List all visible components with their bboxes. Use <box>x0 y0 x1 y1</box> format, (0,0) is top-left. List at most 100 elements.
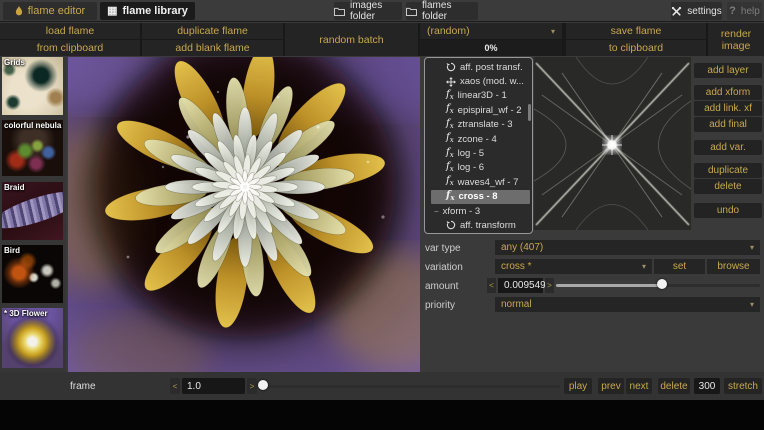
slider-thumb[interactable] <box>657 279 667 289</box>
transform-item-xform3[interactable]: − xform - 3 <box>425 204 532 218</box>
folder-icon <box>334 7 345 16</box>
flame-library-sidebar: Grids colorful nebula Braid Bird * 3D Fl… <box>0 57 66 396</box>
browse-button[interactable]: browse <box>707 259 760 274</box>
play-button[interactable]: play <box>564 378 592 394</box>
question-icon: ? <box>729 5 736 17</box>
transform-item-waves4[interactable]: fx waves4_wf - 7 <box>425 175 532 189</box>
slider-fill <box>556 284 662 287</box>
load-flame-button[interactable]: load flame <box>0 23 140 39</box>
transform-item-log5[interactable]: fx log - 5 <box>425 146 532 160</box>
cross-fractal-image <box>534 57 691 230</box>
transform-item-aff-post[interactable]: aff. post transf. <box>425 60 532 74</box>
tree-collapse-icon[interactable]: − <box>434 207 439 216</box>
random-generator-select[interactable]: (random) ▾ <box>420 23 562 39</box>
amount-increment-button[interactable]: > <box>545 278 554 293</box>
amount-slider[interactable] <box>556 278 760 293</box>
frame-increment-button[interactable]: > <box>247 378 257 394</box>
add-layer-button[interactable]: add layer <box>694 63 762 78</box>
library-item-label: Braid <box>4 183 62 193</box>
frame-field[interactable]: 1.0 <box>182 378 245 394</box>
frame-count-field[interactable]: 300 <box>694 378 720 394</box>
transform-tree-list[interactable]: aff. post transf. xaos (mod. w... fx lin… <box>424 57 533 234</box>
flame-render-view[interactable] <box>68 57 420 372</box>
flames-folder-button[interactable]: flames folder <box>406 2 478 20</box>
amount-decrement-button[interactable]: < <box>487 278 496 293</box>
library-item-label: Bird <box>4 246 62 256</box>
add-blank-flame-button[interactable]: add blank flame <box>142 40 283 56</box>
amount-field[interactable]: 0.0095497 <box>498 278 543 293</box>
var-type-value: any (407) <box>501 242 543 253</box>
stretch-button[interactable]: stretch <box>724 378 762 394</box>
save-flame-button[interactable]: save flame <box>566 23 706 39</box>
slider-thumb[interactable] <box>258 380 268 390</box>
next-button[interactable]: next <box>626 378 652 394</box>
images-folder-button[interactable]: images folder <box>334 2 402 20</box>
slider-track[interactable] <box>258 385 560 388</box>
library-item-braid[interactable]: Braid <box>2 182 63 240</box>
settings-button[interactable]: settings <box>671 2 722 20</box>
transform-label: log - 6 <box>458 162 484 173</box>
fx-icon: fx <box>446 148 454 160</box>
list-scrollbar-thumb[interactable] <box>528 104 531 121</box>
library-item-colorful-nebula[interactable]: colorful nebula <box>2 120 63 176</box>
transform-item-epispiral[interactable]: fx epispiral_wf - 2 <box>425 103 532 117</box>
random-batch-button[interactable]: random batch <box>285 23 418 56</box>
fx-icon: fx <box>446 162 454 174</box>
transform-label: log - 5 <box>458 148 484 159</box>
library-item-label: * 3D Flower <box>4 309 62 319</box>
tab-flame-editor[interactable]: flame editor <box>3 2 97 20</box>
rotate-icon <box>446 220 456 230</box>
tab-flame-editor-label: flame editor <box>28 5 85 17</box>
render-image-button[interactable]: render image <box>708 23 764 56</box>
duplicate-button[interactable]: duplicate <box>694 163 762 178</box>
fx-icon: fx <box>446 119 454 131</box>
frame-slider[interactable] <box>258 379 560 394</box>
duplicate-flame-button[interactable]: duplicate flame <box>142 23 283 39</box>
undo-button[interactable]: undo <box>694 203 762 218</box>
flame-icon <box>15 6 23 17</box>
rotate-icon <box>446 62 456 72</box>
tab-flame-library[interactable]: ▦ flame library <box>100 2 195 20</box>
chevron-down-icon: ▾ <box>750 243 754 252</box>
transform-item-ztranslate[interactable]: fx ztranslate - 3 <box>425 118 532 132</box>
variation-select[interactable]: cross * ▾ <box>495 259 652 274</box>
set-button[interactable]: set <box>654 259 705 274</box>
transform-item-cross-selected[interactable]: fx cross - 8 <box>431 190 530 204</box>
transform-item-aff-transform[interactable]: aff. transform <box>425 218 532 232</box>
transform-item-linear3d[interactable]: fx linear3D - 1 <box>425 89 532 103</box>
images-folder-label: images folder <box>350 0 402 22</box>
prev-button[interactable]: prev <box>598 378 624 394</box>
settings-label: settings <box>687 6 721 17</box>
help-button[interactable]: ? help <box>727 2 762 20</box>
frame-decrement-button[interactable]: < <box>170 378 180 394</box>
add-var-button[interactable]: add var. <box>694 140 762 155</box>
priority-select[interactable]: normal ▾ <box>495 297 760 312</box>
transform-label: xform - 3 <box>443 206 480 217</box>
library-item-bird[interactable]: Bird <box>2 245 63 303</box>
delete-frames-button[interactable]: delete <box>658 378 690 394</box>
add-final-button[interactable]: add final <box>694 117 762 132</box>
app-window: flame editor ▦ flame library images fold… <box>0 0 764 400</box>
transform-item-log6[interactable]: fx log - 6 <box>425 161 532 175</box>
priority-value: normal <box>501 299 532 310</box>
add-link-xf-button[interactable]: add link. xf <box>694 101 762 116</box>
library-item-label: Grids <box>4 58 62 68</box>
var-type-select[interactable]: any (407) ▾ <box>495 240 760 255</box>
to-clipboard-button[interactable]: to clipboard <box>566 40 706 56</box>
transform-item-zcone[interactable]: fx zcone - 4 <box>425 132 532 146</box>
fx-icon: fx <box>446 90 454 102</box>
priority-label: priority <box>425 300 455 311</box>
tools-icon <box>671 6 682 17</box>
progress-bar: 0% <box>420 40 562 56</box>
chevron-down-icon: ▾ <box>551 27 555 36</box>
add-xform-button[interactable]: add xform <box>694 85 762 100</box>
from-clipboard-button[interactable]: from clipboard <box>0 40 140 56</box>
random-generator-value: (random) <box>427 25 470 37</box>
library-item-grids[interactable]: Grids <box>2 57 63 115</box>
transform-label: xaos (mod. w... <box>460 76 524 87</box>
chevron-down-icon: ▾ <box>750 300 754 309</box>
library-item-3d-flower[interactable]: * 3D Flower <box>2 308 63 368</box>
transform-label: aff. post transf. <box>460 62 523 73</box>
transform-item-xaos[interactable]: xaos (mod. w... <box>425 74 532 88</box>
delete-button[interactable]: delete <box>694 179 762 194</box>
